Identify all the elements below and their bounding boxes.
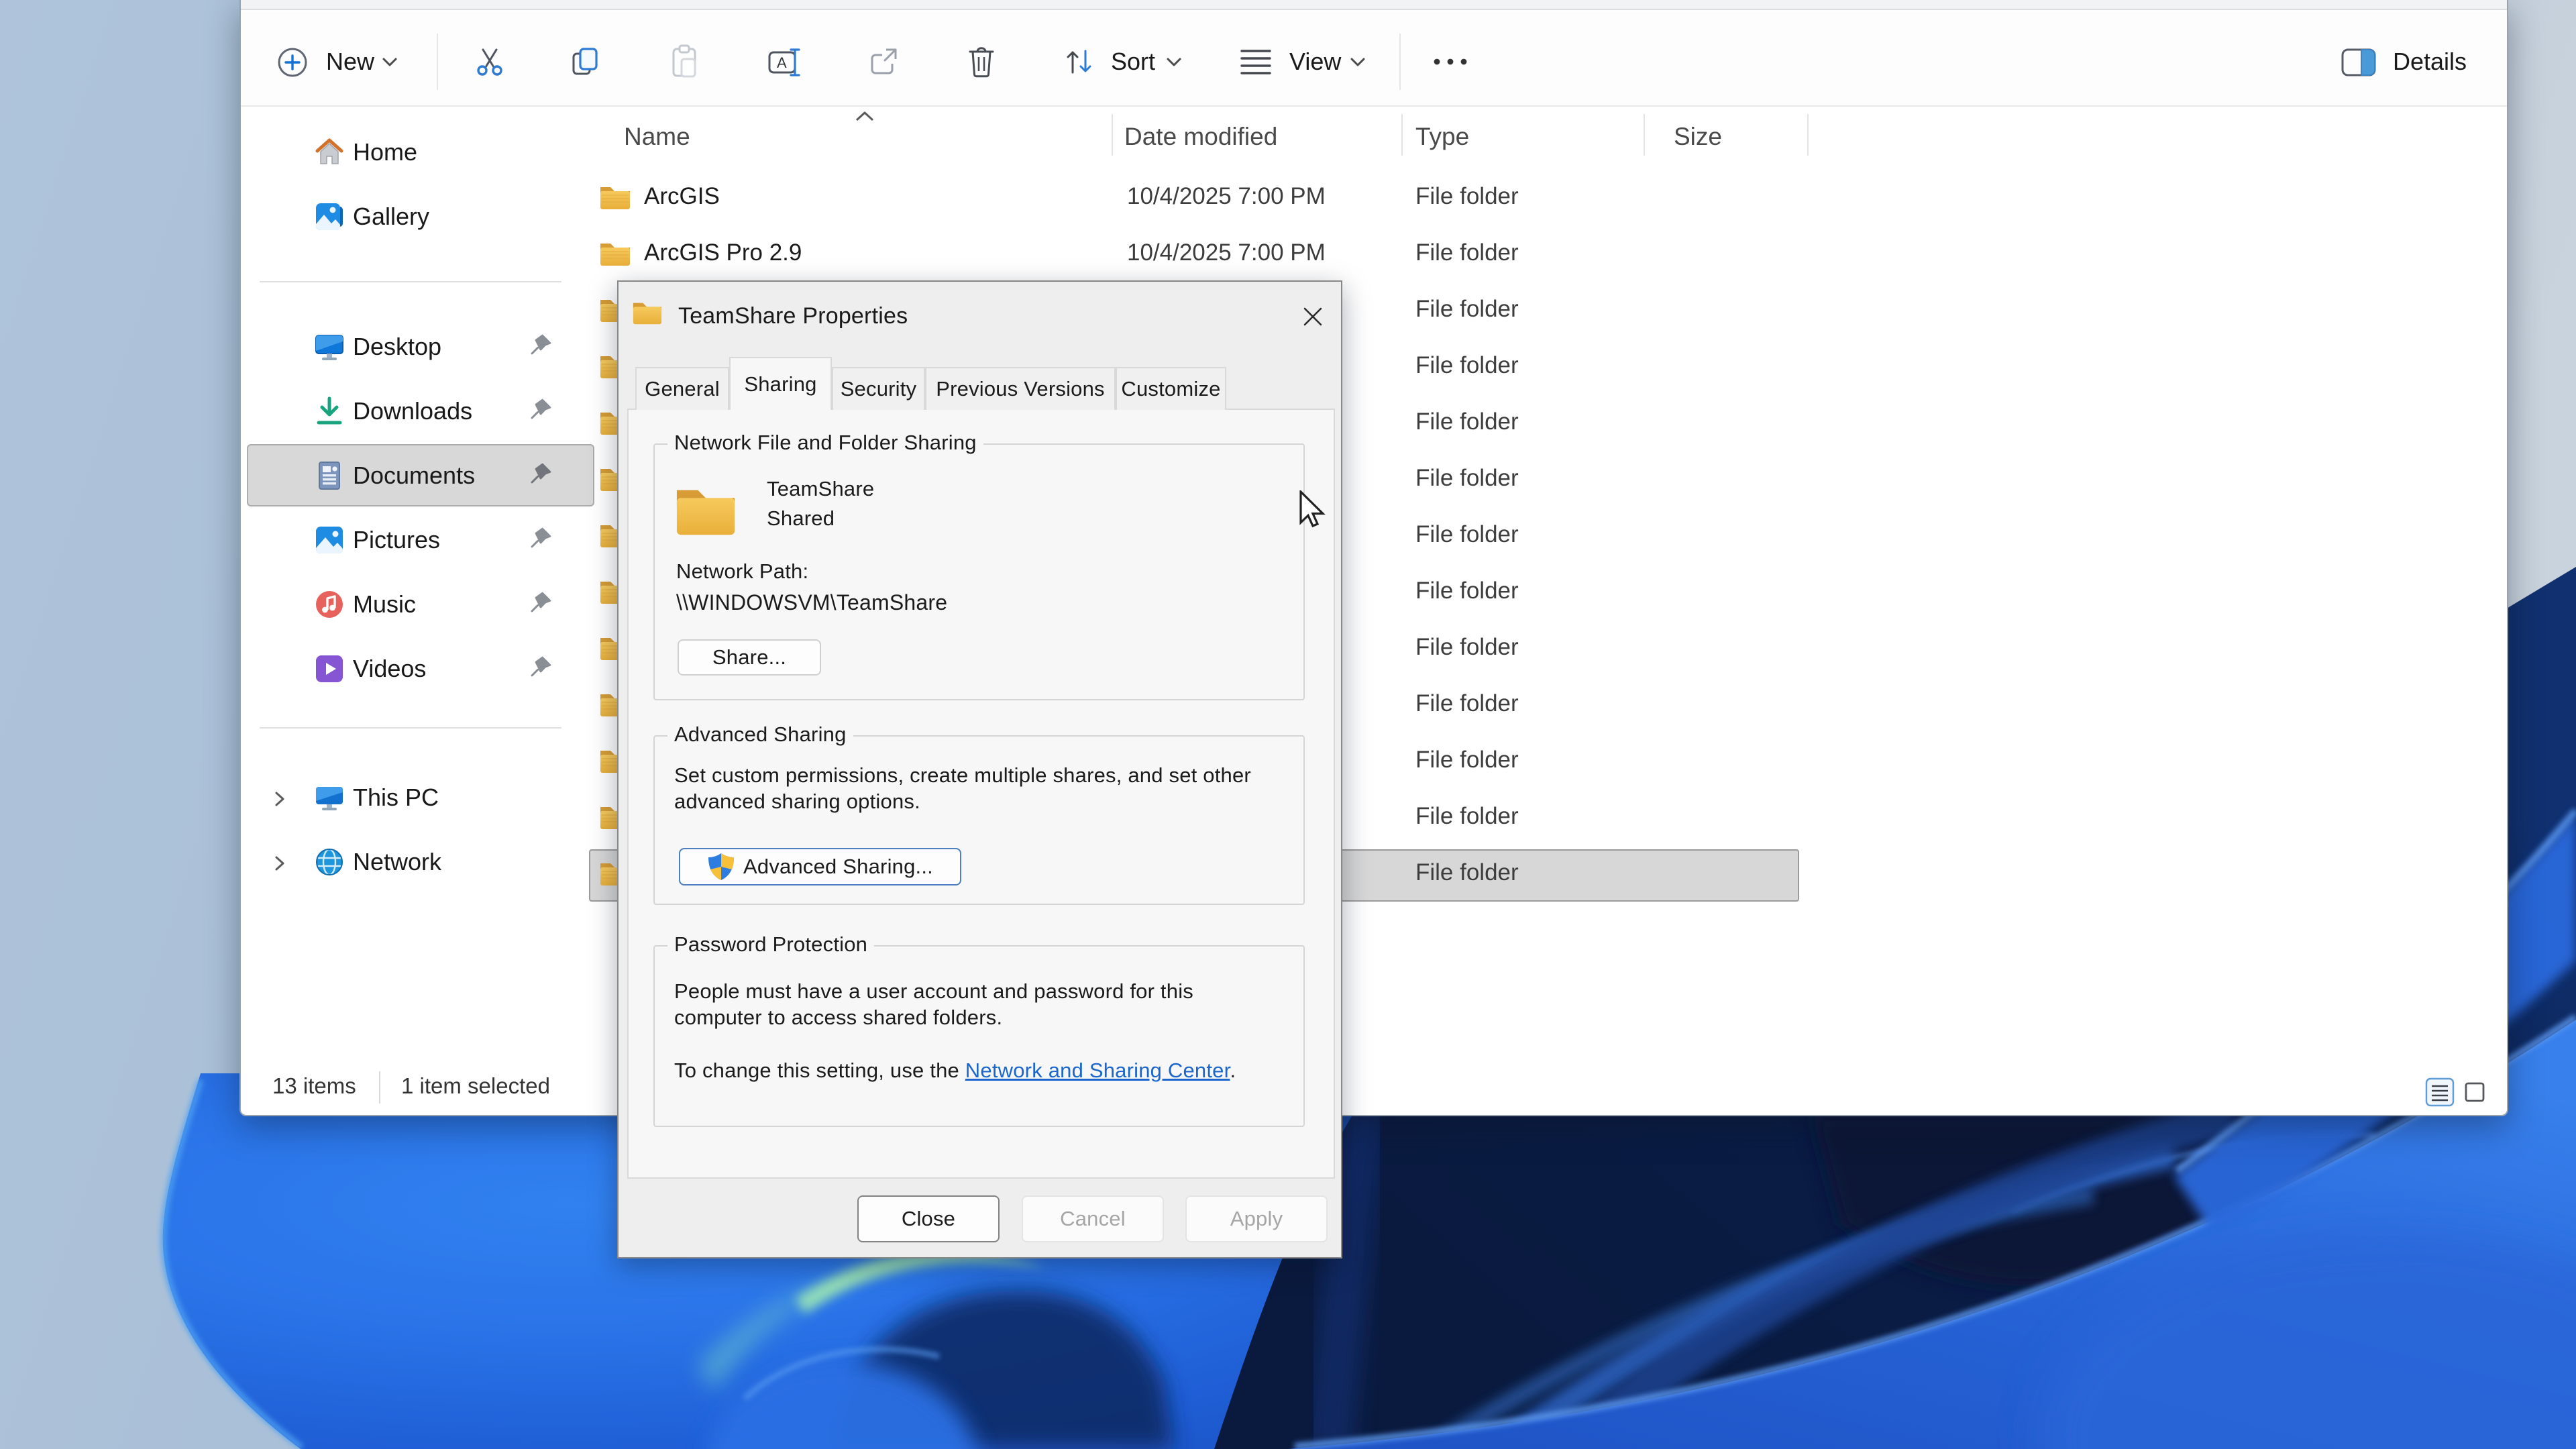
svg-text:A: A bbox=[777, 54, 787, 71]
